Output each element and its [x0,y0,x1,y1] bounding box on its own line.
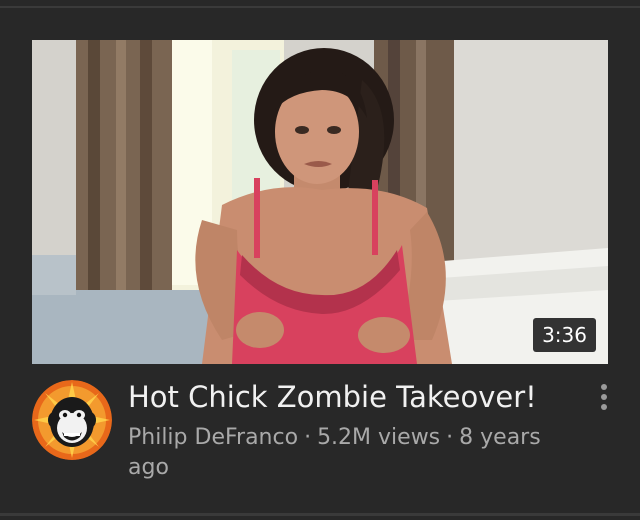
chimp-logo-icon [32,380,112,460]
top-divider [0,6,640,8]
video-thumbnail[interactable]: 3:36 [32,40,608,364]
channel-name[interactable]: Philip DeFranco [128,425,298,450]
video-metadata: Philip DeFranco · 5.2M views · 8 years ago [128,423,578,483]
ellipsis-dot-icon [601,394,607,400]
view-count: 5.2M views [317,425,441,450]
meta-separator: · [304,425,312,450]
video-title[interactable]: Hot Chick Zombie Takeover! [128,377,588,417]
video-duration-badge: 3:36 [533,318,596,352]
thumbnail-image [32,40,608,364]
bottom-divider [0,513,640,516]
ellipsis-dot-icon [601,384,607,390]
meta-separator: · [446,425,454,450]
channel-avatar[interactable] [32,380,112,460]
video-card-frame: 3:36 Hot Chick Zombie Takeover! Philip D… [0,0,640,520]
ellipsis-dot-icon [601,404,607,410]
more-options-button[interactable] [590,384,618,414]
